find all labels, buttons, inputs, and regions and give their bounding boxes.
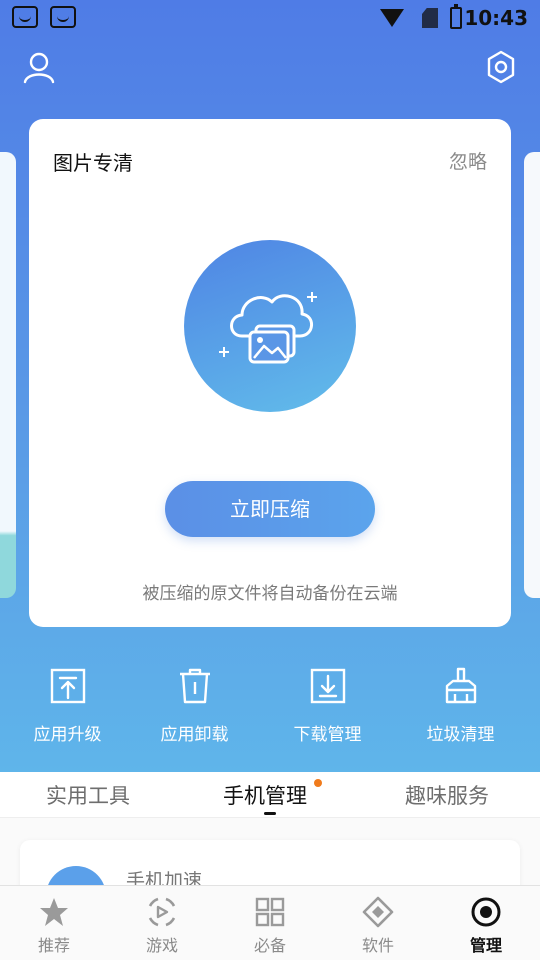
tool-app-uninstall[interactable]: 应用卸载: [127, 660, 262, 750]
trash-icon: [179, 668, 210, 704]
game-icon: [148, 897, 176, 927]
notification-app-icon: [50, 6, 76, 28]
nav-software[interactable]: 软件: [324, 886, 432, 960]
compress-now-button[interactable]: 立即压缩: [165, 481, 375, 537]
nav-essentials[interactable]: 必备: [216, 886, 324, 960]
feature-illustration: [184, 240, 356, 412]
tool-label: 应用升级: [33, 725, 102, 745]
tab-badge-dot: [314, 779, 322, 787]
nav-label: 游戏: [145, 936, 178, 955]
side-card-right[interactable]: [524, 152, 540, 598]
sim-icon: [422, 8, 438, 28]
bottom-navigation: 推荐 游戏 必备 软件 管理: [0, 885, 540, 960]
battery-icon: [450, 4, 462, 29]
star-icon: [40, 898, 68, 926]
nav-games[interactable]: 游戏: [108, 886, 216, 960]
nav-label: 管理: [469, 936, 502, 955]
nav-label: 推荐: [37, 936, 70, 955]
side-card-left[interactable]: [0, 152, 16, 598]
nav-label: 必备: [253, 936, 286, 955]
tab-practical-tools[interactable]: 实用工具: [46, 780, 130, 810]
nav-manage[interactable]: 管理: [432, 886, 540, 960]
tool-shortcuts: 应用升级 应用卸载 下载管理 垃圾清理: [0, 660, 540, 750]
nav-label: 软件: [361, 936, 394, 955]
settings-ring-icon: [471, 897, 501, 927]
tool-label: 应用卸载: [160, 725, 229, 745]
tool-app-upgrade[interactable]: 应用升级: [0, 660, 135, 750]
app-upgrade-icon: [50, 668, 85, 704]
ignore-button[interactable]: 忽略: [449, 147, 487, 174]
status-bar: 10:43: [0, 0, 540, 36]
list-item[interactable]: 手机加速: [20, 840, 520, 888]
category-tabs: 实用工具 手机管理 趣味服务: [0, 772, 540, 818]
card-note: 被压缩的原文件将自动备份在云端: [142, 584, 398, 604]
card-title: 图片专清: [53, 151, 133, 175]
download-icon: [310, 668, 345, 704]
tab-fun-services[interactable]: 趣味服务: [405, 780, 489, 810]
status-time: 10:43: [464, 6, 528, 30]
tool-label: 下载管理: [293, 725, 362, 745]
tab-phone-management[interactable]: 手机管理: [223, 780, 307, 810]
cloud-image-icon: [219, 292, 317, 364]
tool-label: 垃圾清理: [426, 725, 495, 745]
user-icon[interactable]: [22, 50, 56, 84]
notification-app-icon: [12, 6, 38, 28]
nav-recommend[interactable]: 推荐: [0, 886, 108, 960]
tool-junk-clean[interactable]: 垃圾清理: [393, 660, 528, 750]
wifi-icon: [380, 9, 404, 27]
grid-icon: [255, 897, 285, 927]
feature-card: 图片专清 忽略 立即压缩 被压缩的原文件将自动备份在云端: [29, 119, 511, 627]
tool-download-manager[interactable]: 下载管理: [260, 660, 395, 750]
feature-list: 手机加速: [0, 818, 540, 888]
active-tab-indicator: [264, 812, 276, 815]
diamond-icon: [362, 896, 394, 928]
broom-icon: [445, 667, 476, 704]
settings-icon[interactable]: [484, 50, 518, 84]
